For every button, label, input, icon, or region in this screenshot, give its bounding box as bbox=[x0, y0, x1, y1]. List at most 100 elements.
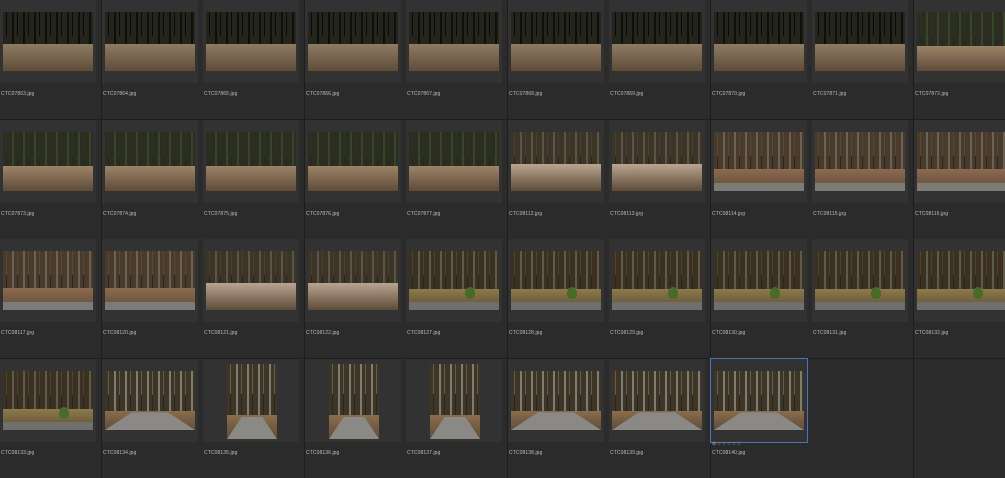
thumbnail-cell[interactable]: CTC07872.jpg bbox=[914, 0, 1005, 119]
thumbnail-cell[interactable]: CTC08116.jpg bbox=[914, 120, 1005, 239]
thumbnail-cell[interactable]: CTC08113.jpg bbox=[609, 120, 710, 239]
photo-thumbnail[interactable] bbox=[105, 12, 195, 71]
thumbnail-cell[interactable]: CTC07871.jpg bbox=[812, 0, 913, 119]
photo-thumbnail[interactable] bbox=[511, 132, 601, 191]
thumbnail-frame[interactable] bbox=[914, 120, 1005, 203]
thumbnail-cell[interactable]: CTC07874.jpg bbox=[102, 120, 203, 239]
thumbnail-frame[interactable] bbox=[203, 120, 299, 203]
photo-thumbnail[interactable] bbox=[714, 132, 804, 191]
thumbnail-frame[interactable] bbox=[203, 239, 299, 322]
thumbnail-frame[interactable] bbox=[711, 239, 807, 322]
thumbnail-frame[interactable] bbox=[102, 0, 198, 83]
photo-thumbnail[interactable] bbox=[227, 364, 277, 439]
thumbnail-frame[interactable] bbox=[609, 120, 705, 203]
photo-thumbnail[interactable] bbox=[612, 132, 702, 191]
thumbnail-cell[interactable]: CTC08137.jpg bbox=[406, 359, 507, 478]
photo-thumbnail[interactable] bbox=[917, 12, 1005, 71]
photo-thumbnail[interactable] bbox=[815, 12, 905, 71]
photo-thumbnail[interactable] bbox=[329, 364, 379, 439]
thumbnail-frame[interactable] bbox=[812, 120, 908, 203]
thumbnail-cell[interactable]: CTC08132.jpg bbox=[914, 239, 1005, 358]
photo-thumbnail[interactable] bbox=[612, 371, 702, 430]
thumbnail-frame[interactable] bbox=[102, 359, 198, 442]
photo-thumbnail[interactable] bbox=[815, 251, 905, 310]
photo-thumbnail[interactable] bbox=[917, 251, 1005, 310]
photo-thumbnail[interactable] bbox=[917, 132, 1005, 191]
thumbnail-cell[interactable]: CTC08129.jpg bbox=[609, 239, 710, 358]
thumbnail-frame[interactable] bbox=[508, 0, 604, 83]
photo-thumbnail[interactable] bbox=[3, 371, 93, 430]
photo-thumbnail[interactable] bbox=[206, 251, 296, 310]
thumbnail-frame[interactable] bbox=[406, 120, 502, 203]
thumbnail-cell[interactable]: CTC07864.jpg bbox=[102, 0, 203, 119]
thumbnail-frame[interactable] bbox=[812, 0, 908, 83]
photo-thumbnail[interactable] bbox=[409, 12, 499, 71]
thumbnail-frame[interactable] bbox=[406, 359, 502, 442]
thumbnail-cell[interactable]: CTC08130.jpg bbox=[711, 239, 812, 358]
thumbnail-frame[interactable] bbox=[102, 239, 198, 322]
thumbnail-frame[interactable] bbox=[203, 359, 299, 442]
photo-thumbnail[interactable] bbox=[3, 251, 93, 310]
photo-thumbnail[interactable] bbox=[3, 12, 93, 71]
thumbnail-frame[interactable] bbox=[305, 120, 401, 203]
photo-thumbnail[interactable] bbox=[105, 371, 195, 430]
thumbnail-frame[interactable] bbox=[914, 239, 1005, 322]
photo-thumbnail[interactable] bbox=[430, 364, 480, 439]
thumbnail-frame[interactable] bbox=[508, 120, 604, 203]
photo-thumbnail[interactable] bbox=[3, 132, 93, 191]
thumbnail-cell[interactable]: CTC07867.jpg bbox=[406, 0, 507, 119]
photo-thumbnail[interactable] bbox=[308, 251, 398, 310]
thumbnail-frame[interactable] bbox=[0, 0, 96, 83]
photo-thumbnail[interactable] bbox=[206, 12, 296, 71]
thumbnail-frame[interactable] bbox=[914, 0, 1005, 83]
photo-thumbnail[interactable] bbox=[612, 251, 702, 310]
photo-thumbnail[interactable] bbox=[511, 251, 601, 310]
thumbnail-cell[interactable]: CTC08139.jpg bbox=[609, 359, 710, 478]
thumbnail-cell[interactable]: CTC07866.jpg bbox=[305, 0, 406, 119]
thumbnail-frame[interactable] bbox=[305, 359, 401, 442]
thumbnail-cell[interactable]: CTC08136.jpg bbox=[305, 359, 406, 478]
thumbnail-cell[interactable]: CTC07876.jpg bbox=[305, 120, 406, 239]
thumbnail-cell[interactable]: CTC08115.jpg bbox=[812, 120, 913, 239]
thumbnail-cell[interactable]: CTC08121.jpg bbox=[203, 239, 304, 358]
thumbnail-frame[interactable] bbox=[609, 239, 705, 322]
photo-thumbnail[interactable] bbox=[308, 132, 398, 191]
star-rating[interactable]: ⊘☆☆☆☆☆ bbox=[712, 441, 742, 447]
thumbnail-cell[interactable]: ⊘☆☆☆☆☆ CTC08140.jpg bbox=[710, 358, 812, 478]
thumbnail-cell[interactable]: CTC08114.jpg bbox=[711, 120, 812, 239]
thumbnail-cell[interactable]: CTC07863.jpg bbox=[0, 0, 101, 119]
thumbnail-frame[interactable] bbox=[0, 359, 96, 442]
thumbnail-cell[interactable]: CTC08138.jpg bbox=[508, 359, 609, 478]
photo-thumbnail[interactable] bbox=[308, 12, 398, 71]
photo-thumbnail[interactable] bbox=[105, 132, 195, 191]
photo-thumbnail[interactable] bbox=[815, 132, 905, 191]
photo-thumbnail[interactable] bbox=[206, 132, 296, 191]
thumbnail-cell[interactable]: CTC08120.jpg bbox=[102, 239, 203, 358]
thumbnail-frame[interactable] bbox=[508, 239, 604, 322]
photo-thumbnail[interactable] bbox=[409, 132, 499, 191]
thumbnail-frame[interactable] bbox=[0, 239, 96, 322]
thumbnail-frame[interactable] bbox=[203, 0, 299, 83]
thumbnail-frame[interactable] bbox=[609, 0, 705, 83]
thumbnail-frame[interactable] bbox=[711, 0, 807, 83]
thumbnail-frame[interactable] bbox=[609, 359, 705, 442]
thumbnail-cell[interactable]: CTC07868.jpg bbox=[508, 0, 609, 119]
thumbnail-frame[interactable] bbox=[508, 359, 604, 442]
thumbnail-frame[interactable] bbox=[102, 120, 198, 203]
thumbnail-cell[interactable]: CTC08117.jpg bbox=[0, 239, 101, 358]
thumbnail-cell[interactable]: CTC07877.jpg bbox=[406, 120, 507, 239]
thumbnail-frame[interactable] bbox=[406, 0, 502, 83]
thumbnail-cell[interactable]: CTC08133.jpg bbox=[0, 359, 101, 478]
thumbnail-cell[interactable]: CTC08122.jpg bbox=[305, 239, 406, 358]
thumbnail-frame[interactable] bbox=[0, 120, 96, 203]
thumbnail-cell[interactable]: CTC08128.jpg bbox=[508, 239, 609, 358]
photo-thumbnail[interactable] bbox=[409, 251, 499, 310]
thumbnail-frame[interactable] bbox=[812, 239, 908, 322]
photo-thumbnail[interactable] bbox=[105, 251, 195, 310]
thumbnail-cell[interactable]: CTC07869.jpg bbox=[609, 0, 710, 119]
photo-thumbnail[interactable] bbox=[714, 371, 804, 430]
thumbnail-cell[interactable]: CTC08134.jpg bbox=[102, 359, 203, 478]
thumbnail-cell[interactable]: CTC08131.jpg bbox=[812, 239, 913, 358]
thumbnail-cell[interactable]: CTC07870.jpg bbox=[711, 0, 812, 119]
thumbnail-frame[interactable] bbox=[305, 239, 401, 322]
